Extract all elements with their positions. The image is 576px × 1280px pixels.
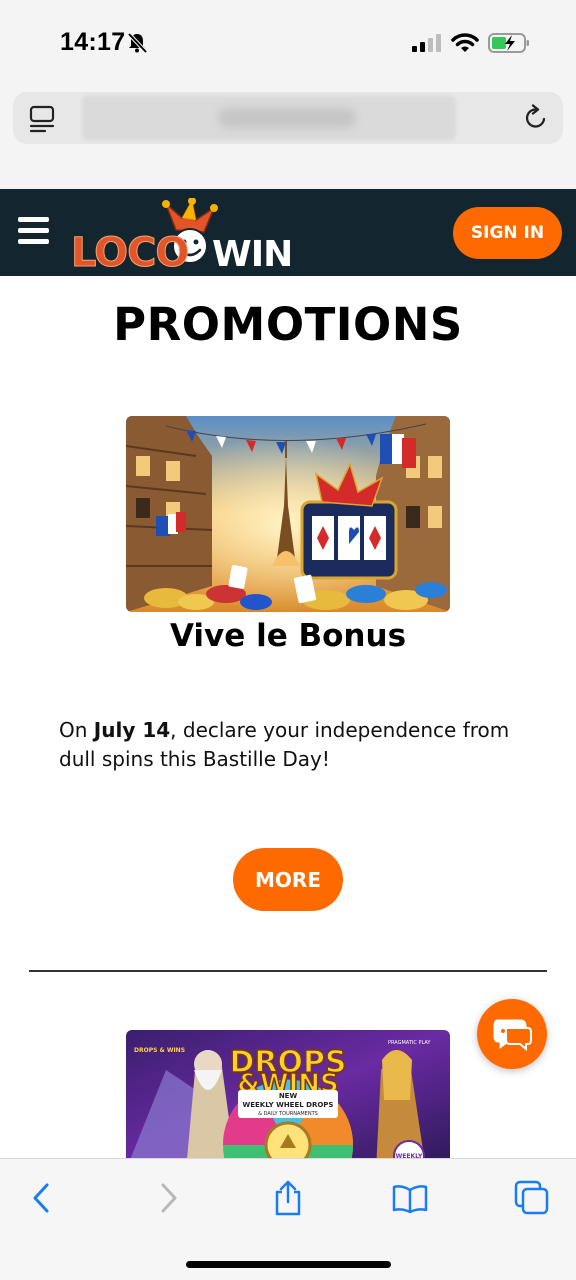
url-text	[218, 108, 356, 128]
chat-bubble-icon	[493, 1019, 532, 1052]
battery-icon	[488, 33, 529, 53]
bookmarks-icon[interactable]	[392, 1180, 428, 1216]
page-title: PROMOTIONS	[113, 298, 463, 351]
forward-icon[interactable]	[150, 1180, 186, 1216]
share-icon[interactable]	[270, 1180, 306, 1216]
drops-wins-banner-line1: NEW	[279, 1092, 298, 1100]
promo-divider	[29, 970, 547, 972]
bell-off-icon	[127, 32, 148, 54]
vive-le-bonus-promo-image[interactable]	[126, 416, 450, 612]
drops-wins-banner-line3: & DAILY TOURNAMENTS	[258, 1111, 318, 1117]
logo-text-win: WIN	[212, 234, 290, 272]
page-menu-icon[interactable]	[28, 104, 56, 134]
tabs-overview-icon[interactable]	[514, 1180, 550, 1216]
drops-and-wins-promo-image[interactable]: DROPS &WINS NEW WEEKLY WHEEL DROPS & DAI…	[126, 1030, 450, 1170]
promo-desc-date: July 14	[93, 718, 171, 742]
wifi-icon	[451, 33, 479, 52]
promo-title: Vive le Bonus	[169, 618, 407, 654]
live-chat-button[interactable]	[477, 999, 547, 1069]
hamburger-menu-icon[interactable]	[18, 217, 50, 245]
status-time: 14:17	[60, 28, 126, 56]
promo-desc-prefix: On	[59, 718, 94, 742]
cellular-signal-icon	[412, 34, 441, 52]
back-icon[interactable]	[24, 1180, 60, 1216]
sign-in-button[interactable]: SIGN IN	[453, 207, 562, 259]
drops-wins-banner-line2: WEEKLY WHEEL DROPS	[243, 1101, 334, 1109]
drops-wins-corner-left: DROPS & WINS	[134, 1047, 185, 1054]
reload-icon[interactable]	[522, 104, 550, 132]
drops-wins-corner-right: PRAGMATIC PLAY	[388, 1040, 431, 1046]
promo-description: On July 14, declare your independence fr…	[59, 716, 529, 774]
logo-text-loco: LOCO	[71, 230, 188, 272]
locowin-logo[interactable]: LOCO WIN	[70, 198, 290, 272]
more-button[interactable]: MORE	[233, 848, 343, 911]
home-indicator	[186, 1261, 391, 1268]
